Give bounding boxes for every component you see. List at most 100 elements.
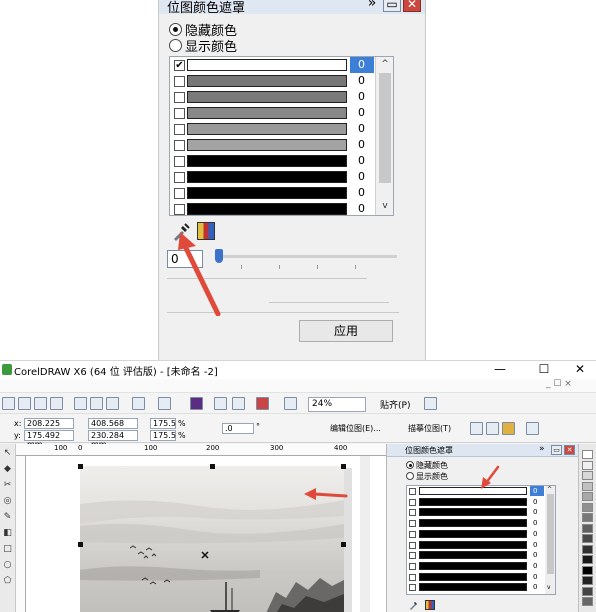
color-swatch[interactable] xyxy=(187,59,347,71)
resample-icon[interactable] xyxy=(486,422,499,435)
row-checkbox[interactable] xyxy=(409,509,416,517)
mask-color-row[interactable]: 0 xyxy=(407,507,555,517)
polygon-tool-icon[interactable]: ⬠ xyxy=(2,576,13,587)
mask-color-row[interactable]: 0 xyxy=(407,561,555,571)
open-icon[interactable] xyxy=(18,397,31,410)
smart-fill-icon[interactable]: ◧ xyxy=(2,528,13,539)
color-swatch[interactable] xyxy=(419,519,527,528)
shape-tool-icon[interactable]: ◆ xyxy=(2,464,13,475)
welcome-screen-icon[interactable] xyxy=(284,397,297,410)
row-checkbox[interactable] xyxy=(174,124,185,135)
palette-swatch[interactable] xyxy=(582,450,593,459)
freehand-tool-icon[interactable]: ✎ xyxy=(2,512,13,523)
rotation-input[interactable]: .0 xyxy=(222,423,254,434)
color-swatch[interactable] xyxy=(187,171,347,183)
scroll-up-icon[interactable]: ^ xyxy=(378,59,392,71)
paste-icon[interactable] xyxy=(106,397,119,410)
new-document-icon[interactable] xyxy=(2,397,15,410)
palette-swatch[interactable] xyxy=(582,471,593,480)
window-minimize-button[interactable]: — xyxy=(486,361,514,379)
palette-swatch[interactable] xyxy=(582,544,593,554)
color-swatch[interactable] xyxy=(187,139,347,151)
row-checkbox[interactable] xyxy=(174,108,185,119)
mask-color-row[interactable]: 0 xyxy=(170,137,393,153)
palette-swatch[interactable] xyxy=(582,460,593,470)
scroll-down-icon[interactable]: v xyxy=(547,584,551,591)
row-checkbox[interactable] xyxy=(409,488,416,495)
radio-show-colors[interactable]: 显示颜色 xyxy=(169,36,237,55)
export-icon[interactable] xyxy=(232,397,245,410)
width-input[interactable]: 408.568 mm xyxy=(88,418,138,437)
list-scrollbar[interactable]: ^ v xyxy=(545,486,555,594)
color-swatch[interactable] xyxy=(419,487,527,495)
row-checkbox[interactable] xyxy=(409,498,416,506)
radio-hide-colors[interactable]: 隐藏颜色 xyxy=(406,461,448,471)
redo-icon[interactable] xyxy=(158,397,171,410)
row-checkbox[interactable] xyxy=(174,188,185,199)
mask-color-row[interactable]: 0 xyxy=(170,105,393,121)
mask-color-row[interactable]: 0 xyxy=(170,89,393,105)
scroll-thumb[interactable] xyxy=(379,73,391,183)
row-checkbox[interactable] xyxy=(174,76,185,87)
color-swatch[interactable] xyxy=(187,203,347,215)
selection-handle[interactable] xyxy=(341,464,346,469)
mask-color-row[interactable]: 0 xyxy=(407,572,555,582)
palette-swatch[interactable] xyxy=(582,586,593,596)
palette-swatch[interactable] xyxy=(582,597,593,606)
scroll-down-icon[interactable]: v xyxy=(378,201,392,213)
mask-color-row[interactable]: 0 xyxy=(170,169,393,185)
mask-color-row[interactable]: 0 xyxy=(407,582,555,592)
palette-swatch[interactable] xyxy=(582,555,593,564)
trace-bitmap-button[interactable]: 描摹位图(T) xyxy=(408,423,451,434)
radio-hide-colors[interactable]: 隐藏颜色 xyxy=(169,20,237,39)
drawing-canvas[interactable] xyxy=(26,456,386,612)
edit-bitmap-button[interactable]: 编辑位图(E)... xyxy=(330,423,381,434)
document-window-controls[interactable]: _ ☐ × xyxy=(546,379,572,389)
zoom-tool-icon[interactable]: ◎ xyxy=(2,496,13,507)
apply-button[interactable]: 应用 xyxy=(299,320,393,342)
selection-handle[interactable] xyxy=(341,542,346,547)
save-icon[interactable] xyxy=(34,397,47,410)
undo-icon[interactable] xyxy=(132,397,145,410)
radio-unchecked-icon[interactable] xyxy=(406,472,414,480)
close-icon[interactable]: ✕ xyxy=(403,0,421,12)
bitmap-color-mask-icon[interactable] xyxy=(502,422,515,435)
color-swatch[interactable] xyxy=(419,497,527,506)
row-checkbox[interactable] xyxy=(174,156,185,167)
minimize-icon[interactable]: ▭ xyxy=(383,0,401,12)
mask-color-row[interactable]: 0 xyxy=(407,529,555,539)
import-icon[interactable] xyxy=(214,397,227,410)
minimize-icon[interactable]: ▭ xyxy=(551,445,562,455)
selection-handle[interactable] xyxy=(78,464,83,469)
row-checkbox[interactable] xyxy=(174,92,185,103)
row-checkbox[interactable] xyxy=(409,541,416,549)
close-icon[interactable]: ✕ xyxy=(564,445,575,455)
scale-width-input[interactable]: 175.5 xyxy=(150,418,176,429)
pick-tool-icon[interactable]: ↖ xyxy=(2,448,13,459)
crop-tool-icon[interactable]: ✂ xyxy=(2,480,13,491)
x-position-input[interactable]: 208.225 mm xyxy=(24,418,74,437)
link-bitmap-icon[interactable] xyxy=(526,422,539,435)
rectangle-tool-icon[interactable]: □ xyxy=(2,544,13,555)
color-swatch[interactable] xyxy=(187,75,347,87)
palette-swatch[interactable] xyxy=(582,492,593,501)
color-swatch[interactable] xyxy=(187,155,347,167)
row-checkbox[interactable] xyxy=(409,584,416,592)
palette-swatch[interactable] xyxy=(582,565,593,575)
expand-icon[interactable]: » xyxy=(365,0,379,12)
mask-color-row[interactable]: 0 xyxy=(170,201,393,215)
row-checkbox[interactable] xyxy=(409,520,416,528)
crop-bitmap-icon[interactable] xyxy=(470,422,483,435)
palette-swatch[interactable] xyxy=(582,513,593,522)
mask-color-row[interactable]: 0 xyxy=(170,73,393,89)
mask-color-row[interactable]: 0 xyxy=(170,153,393,169)
color-swatch[interactable] xyxy=(419,572,527,581)
vertical-scrollbar[interactable] xyxy=(360,456,370,612)
height-input[interactable]: 230.284 mm xyxy=(88,430,138,449)
radio-unchecked-icon[interactable] xyxy=(169,39,182,52)
mask-color-row[interactable]: 0 xyxy=(170,121,393,137)
search-content-icon[interactable] xyxy=(190,397,203,410)
expand-icon[interactable]: » xyxy=(539,445,545,455)
palette-swatch[interactable] xyxy=(582,481,593,491)
palette-swatch[interactable] xyxy=(582,576,593,585)
